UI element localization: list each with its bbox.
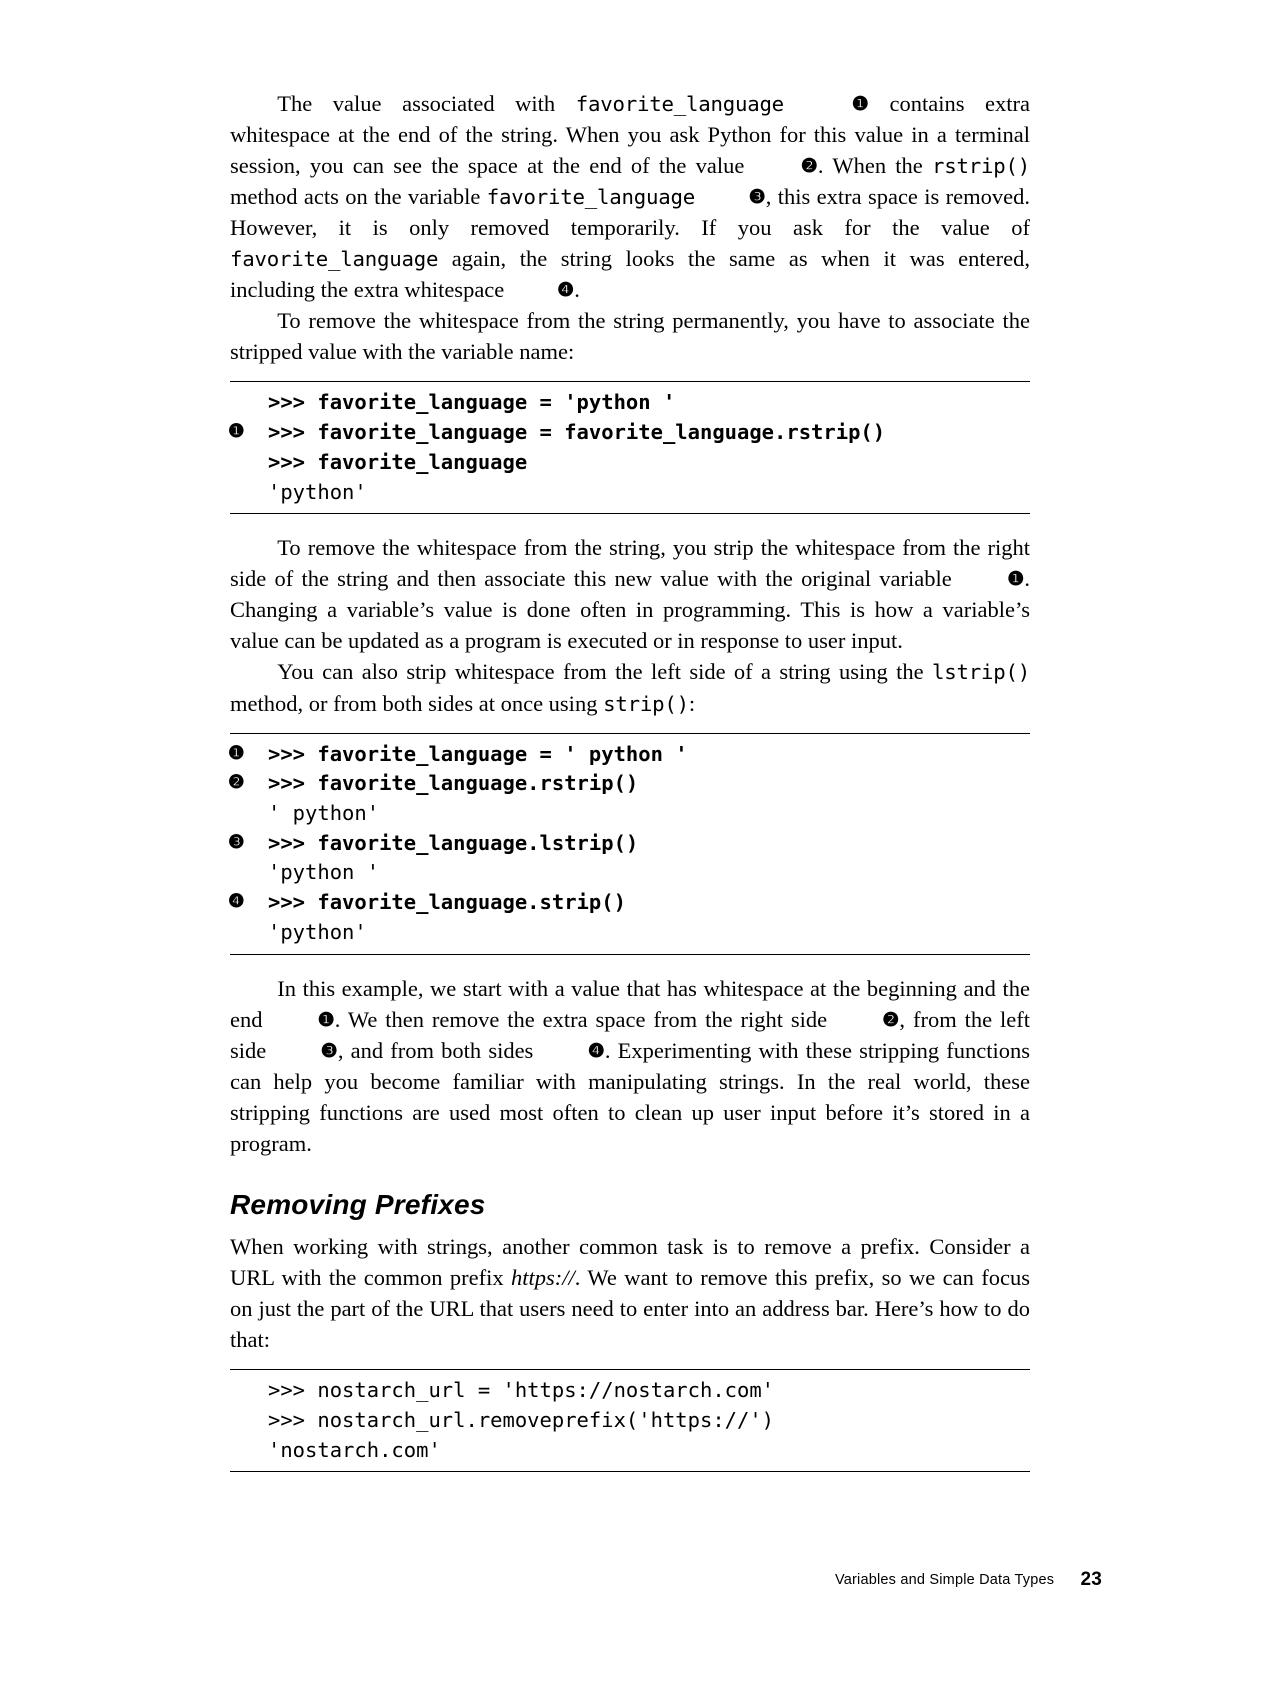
- text: method acts on the variable: [230, 184, 487, 209]
- callout-3-icon: ❸: [701, 185, 765, 211]
- code-inline: rstrip(): [932, 154, 1030, 178]
- code-block-3: >>> nostarch_url = 'https://nostarch.com…: [230, 1369, 1030, 1472]
- text: , and from both sides: [338, 1038, 541, 1063]
- code-text: >>> favorite_language.lstrip(): [268, 831, 638, 855]
- callout-3-icon: ❸: [273, 1039, 337, 1065]
- code-text: >>> favorite_language.strip(): [268, 890, 626, 914]
- text: . We then remove the extra space from th…: [335, 1007, 835, 1032]
- code-line: ' python': [230, 799, 1030, 829]
- callout-1-icon: ❶: [960, 567, 1024, 593]
- code-inline: strip(): [603, 692, 689, 716]
- callout-1-icon: ❶: [805, 92, 869, 118]
- text: You can also strip whitespace from the l…: [277, 659, 932, 684]
- page-number: 23: [1080, 1569, 1102, 1590]
- code-line: 'python': [230, 918, 1030, 948]
- code-line: ❸ >>> favorite_language.lstrip(): [230, 829, 1030, 859]
- code-line: >>> nostarch_url = 'https://nostarch.com…: [230, 1376, 1030, 1406]
- paragraph-1: The value associated with favorite_langu…: [230, 88, 1030, 305]
- page-content: The value associated with favorite_langu…: [230, 88, 1030, 1490]
- text: To remove the whitespace from the string…: [230, 535, 1030, 591]
- callout-1-icon: ❶: [228, 740, 245, 767]
- text: .: [574, 277, 580, 302]
- text: [784, 91, 805, 116]
- text: . When the: [818, 153, 932, 178]
- code-inline: lstrip(): [932, 660, 1030, 684]
- code-block-2: ❶ >>> favorite_language = ' python ' ❷ >>>…: [230, 733, 1030, 955]
- paragraph-6: When working with strings, another commo…: [230, 1231, 1030, 1355]
- text: method, or from both sides at once using: [230, 691, 603, 716]
- heading-removing-prefixes: Removing Prefixes: [230, 1189, 1030, 1221]
- callout-2-icon: ❷: [754, 154, 818, 180]
- code-line: ❶ >>> favorite_language = favorite_langua…: [230, 418, 1030, 448]
- text: :: [689, 691, 695, 716]
- code-line: >>> favorite_language: [230, 448, 1030, 478]
- code-line: >>> favorite_language = 'python ': [230, 388, 1030, 418]
- code-line: >>> nostarch_url.removeprefix('https://'…: [230, 1406, 1030, 1436]
- code-line: 'python ': [230, 858, 1030, 888]
- callout-2-icon: ❷: [228, 769, 245, 796]
- code-line: ❹ >>> favorite_language.strip(): [230, 888, 1030, 918]
- paragraph-2: To remove the whitespace from the string…: [230, 305, 1030, 367]
- emphasis: https://: [511, 1265, 575, 1290]
- callout-4-icon: ❹: [228, 888, 245, 915]
- code-line: ❶ >>> favorite_language = ' python ': [230, 740, 1030, 770]
- code-text: >>> favorite_language = favorite_languag…: [268, 420, 885, 444]
- code-block-1: >>> favorite_language = 'python ' ❶ >>> f…: [230, 381, 1030, 514]
- code-inline: favorite_language: [576, 92, 784, 116]
- code-text: >>> favorite_language = ' python ': [268, 742, 688, 766]
- code-line: 'nostarch.com': [230, 1436, 1030, 1466]
- paragraph-4: You can also strip whitespace from the l…: [230, 656, 1030, 718]
- paragraph-5: In this example, we start with a value t…: [230, 973, 1030, 1159]
- page-footer: Variables and Simple Data Types 23: [835, 1569, 1102, 1591]
- callout-3-icon: ❸: [228, 829, 245, 856]
- callout-4-icon: ❹: [540, 1039, 604, 1065]
- code-line: ❷ >>> favorite_language.rstrip(): [230, 769, 1030, 799]
- code-text: >>> favorite_language.rstrip(): [268, 771, 638, 795]
- callout-1-icon: ❶: [270, 1008, 334, 1034]
- code-inline: favorite_language: [230, 247, 438, 271]
- footer-title: Variables and Simple Data Types: [835, 1572, 1054, 1588]
- paragraph-3: To remove the whitespace from the string…: [230, 532, 1030, 656]
- text: The value associated with: [277, 91, 575, 116]
- code-line: 'python': [230, 478, 1030, 508]
- code-inline: favorite_language: [487, 185, 695, 209]
- callout-2-icon: ❷: [835, 1008, 899, 1034]
- callout-1-icon: ❶: [228, 418, 245, 445]
- callout-4-icon: ❹: [510, 278, 574, 304]
